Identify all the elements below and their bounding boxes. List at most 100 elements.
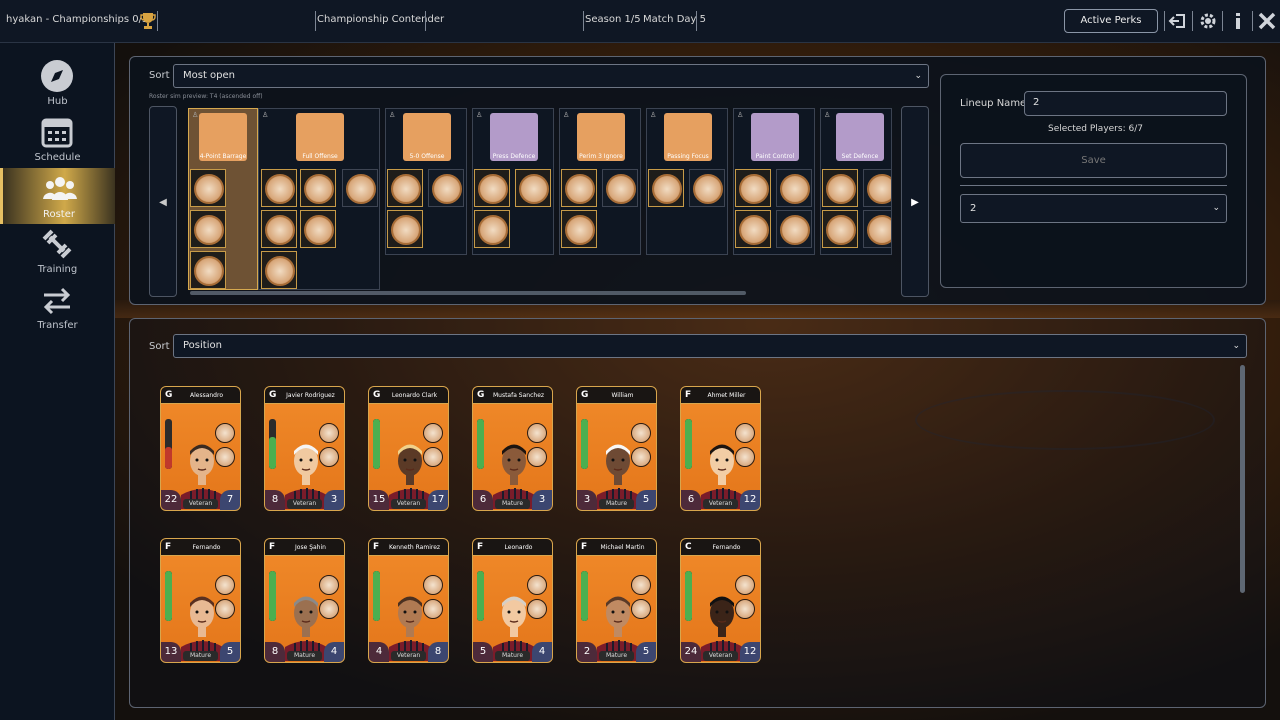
player-tier: Mature bbox=[183, 651, 218, 661]
player-number-left: 24 bbox=[681, 642, 701, 662]
close-icon[interactable] bbox=[1256, 10, 1278, 32]
player-slot[interactable] bbox=[342, 169, 378, 207]
gear-icon[interactable] bbox=[1197, 10, 1219, 32]
player-card[interactable]: C Fernando 24 12 Veteran bbox=[680, 538, 761, 663]
skill-icon bbox=[631, 447, 651, 467]
info-icon[interactable] bbox=[1227, 10, 1249, 32]
player-slot[interactable] bbox=[515, 169, 551, 207]
player-slot[interactable] bbox=[822, 210, 858, 248]
play-column-5-0-offense[interactable]: ♙ 5-0 Offense bbox=[385, 108, 467, 255]
player-position: G bbox=[581, 390, 589, 400]
sidebar-item-label: Training bbox=[37, 264, 78, 275]
player-card[interactable]: F Kenneth Ramirez 4 8 Veteran bbox=[368, 538, 449, 663]
play-card-label: Press Defence bbox=[492, 153, 536, 160]
player-name: Kenneth Ramirez bbox=[388, 544, 441, 551]
save-button[interactable]: Save bbox=[960, 143, 1227, 178]
roster-sort-select[interactable]: Position ⌄ bbox=[173, 334, 1247, 358]
play-column-paint-control[interactable]: ♙ Paint Control bbox=[733, 108, 815, 255]
player-card[interactable]: F Michael Martin 2 5 Mature bbox=[576, 538, 657, 663]
player-slot[interactable] bbox=[387, 169, 423, 207]
player-slot[interactable] bbox=[561, 210, 597, 248]
separator bbox=[1164, 11, 1165, 31]
pin-icon: ♙ bbox=[262, 111, 269, 119]
player-card[interactable]: G Leonardo Clark 15 17 Veteran bbox=[368, 386, 449, 511]
energy-bar-fill bbox=[685, 419, 692, 469]
player-slot[interactable] bbox=[261, 169, 297, 207]
play-column-passing-focus[interactable]: ♙ Passing Focus bbox=[646, 108, 728, 255]
player-slot[interactable] bbox=[474, 169, 510, 207]
player-card-header: G Leonardo Clark bbox=[369, 387, 448, 404]
player-card[interactable]: G Alessandro 22 7 Veteran bbox=[160, 386, 241, 511]
player-number-left: 5 bbox=[473, 642, 493, 662]
player-position: G bbox=[477, 390, 485, 400]
player-avatar bbox=[285, 444, 327, 509]
player-slot[interactable] bbox=[190, 251, 226, 289]
player-number-left: 13 bbox=[161, 642, 181, 662]
player-coin-icon bbox=[265, 174, 295, 204]
player-card[interactable]: G William 3 5 Mature bbox=[576, 386, 657, 511]
play-card-label: Perim 3 Ignore bbox=[579, 153, 623, 160]
player-card[interactable]: F Jose Şahin 8 4 Mature bbox=[264, 538, 345, 663]
player-tier: Mature bbox=[495, 499, 530, 509]
play-column-set-defence[interactable]: ♙ Set Defence bbox=[820, 108, 892, 255]
sidebar-item-schedule[interactable]: Schedule bbox=[0, 111, 115, 167]
player-slot[interactable] bbox=[776, 169, 812, 207]
logout-icon[interactable] bbox=[1167, 10, 1189, 32]
lineup-sort-value: Most open bbox=[183, 70, 236, 81]
player-name: Ahmet Miller bbox=[707, 392, 746, 399]
player-slot[interactable] bbox=[863, 169, 891, 207]
player-card-header: G William bbox=[577, 387, 656, 404]
sidebar-item-hub[interactable]: Hub bbox=[0, 55, 115, 111]
lineup-name-input[interactable]: 2 bbox=[1024, 91, 1227, 116]
plays-prev-button[interactable]: ◀ bbox=[149, 106, 177, 297]
plays-next-button[interactable]: ▶ bbox=[901, 106, 929, 297]
player-slot[interactable] bbox=[300, 169, 336, 207]
player-coin-icon bbox=[693, 174, 723, 204]
sidebar-item-roster[interactable]: Roster bbox=[0, 168, 115, 224]
player-number-right: 5 bbox=[636, 642, 656, 662]
player-card[interactable]: F Leonardo 5 4 Mature bbox=[472, 538, 553, 663]
player-slot[interactable] bbox=[190, 169, 226, 207]
energy-bar bbox=[269, 571, 276, 621]
player-position: F bbox=[477, 542, 484, 552]
player-slot[interactable] bbox=[776, 210, 812, 248]
skill-icon bbox=[631, 423, 651, 443]
player-coin-icon bbox=[565, 215, 595, 245]
energy-bar bbox=[581, 571, 588, 621]
player-slot[interactable] bbox=[300, 210, 336, 248]
lineup-select-value: 2 bbox=[970, 203, 977, 214]
player-card[interactable]: F Fernando 13 5 Mature bbox=[160, 538, 241, 663]
play-column-full-offense[interactable]: ♙ Full Offense bbox=[258, 108, 380, 290]
roster-scrollbar[interactable] bbox=[1240, 365, 1245, 593]
player-card-header: G Alessandro bbox=[161, 387, 240, 404]
play-column-press-defence[interactable]: ♙ Press Defence bbox=[472, 108, 554, 255]
player-slot[interactable] bbox=[863, 210, 891, 248]
player-slot[interactable] bbox=[648, 169, 684, 207]
player-card[interactable]: G Javier Rodriguez 8 3 Veteran bbox=[264, 386, 345, 511]
player-slot[interactable] bbox=[602, 169, 638, 207]
player-slot[interactable] bbox=[822, 169, 858, 207]
play-column-perim-3-ignore[interactable]: ♙ Perim 3 Ignore bbox=[559, 108, 641, 255]
skill-icon bbox=[527, 575, 547, 595]
play-column-4-point-barrage[interactable]: ♙ 4-Point Barrage bbox=[188, 108, 258, 290]
player-slot[interactable] bbox=[261, 251, 297, 289]
player-slot[interactable] bbox=[190, 210, 226, 248]
player-slot[interactable] bbox=[735, 210, 771, 248]
active-perks-button[interactable]: Active Perks bbox=[1064, 9, 1158, 33]
player-slot[interactable] bbox=[261, 210, 297, 248]
plays-scrollbar[interactable] bbox=[190, 291, 746, 295]
player-slot[interactable] bbox=[561, 169, 597, 207]
player-coin-icon bbox=[346, 174, 376, 204]
player-slot[interactable] bbox=[428, 169, 464, 207]
lineup-sort-select[interactable]: Most open ⌄ bbox=[173, 64, 929, 88]
lineup-select[interactable]: 2 ⌄ bbox=[960, 194, 1227, 223]
player-number-left: 8 bbox=[265, 490, 285, 510]
player-card[interactable]: G Mustafa Sanchez 6 3 Mature bbox=[472, 386, 553, 511]
player-slot[interactable] bbox=[689, 169, 725, 207]
player-card[interactable]: F Ahmet Miller 6 12 Veteran bbox=[680, 386, 761, 511]
player-slot[interactable] bbox=[474, 210, 510, 248]
player-slot[interactable] bbox=[735, 169, 771, 207]
sidebar-item-training[interactable]: Training bbox=[0, 223, 115, 279]
player-slot[interactable] bbox=[387, 210, 423, 248]
sidebar-item-transfer[interactable]: Transfer bbox=[0, 279, 115, 335]
